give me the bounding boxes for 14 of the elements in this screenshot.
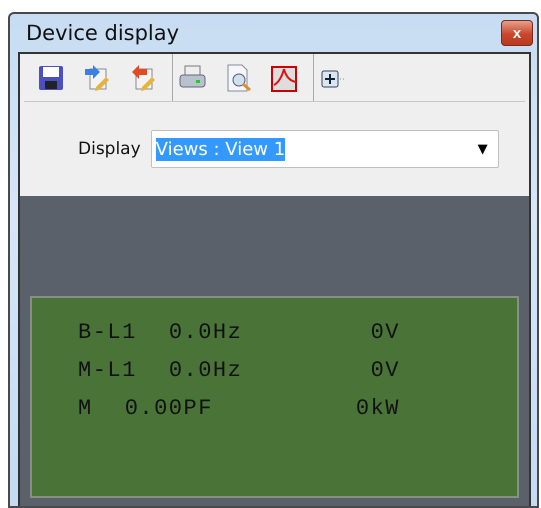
- close-button[interactable]: x: [501, 20, 533, 46]
- lcd-value: 0.0Hz: [168, 320, 244, 345]
- lcd-value: 0.00PF: [124, 396, 214, 421]
- lcd-label: M-L1: [78, 358, 137, 383]
- display-label: Display: [78, 139, 141, 159]
- lcd-label: B-L1: [78, 320, 137, 345]
- lcd-value: 0.0Hz: [168, 358, 244, 383]
- document-arrow-icon[interactable]: [82, 62, 112, 92]
- lcd-reading: 0kW: [356, 396, 400, 421]
- lcd-label: M: [78, 396, 93, 421]
- display-dropdown[interactable]: Views : View 1 ▼: [150, 130, 499, 168]
- lcd-reading: 0V: [370, 320, 400, 345]
- window-title: Device display: [26, 21, 180, 45]
- lcd-reading: 0V: [370, 358, 400, 383]
